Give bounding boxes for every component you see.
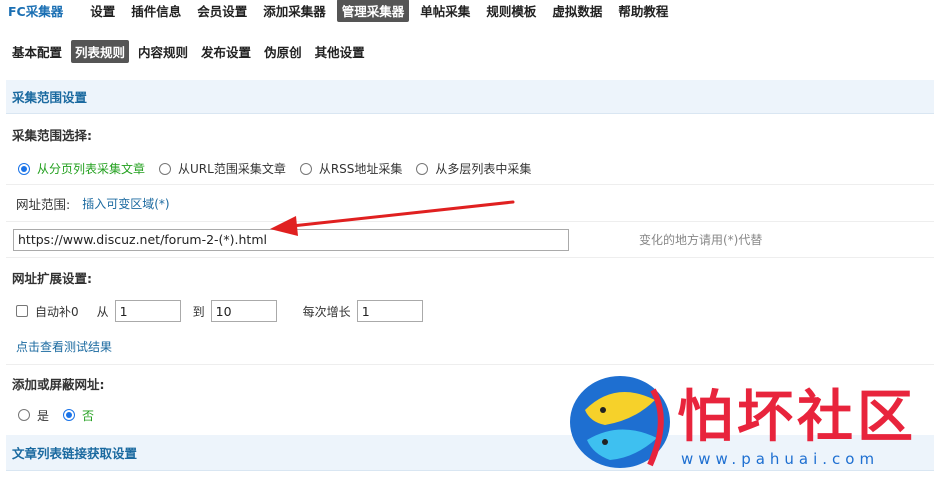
watermark-url: www.pahuai.com [681,450,880,468]
watermark-title: 怕坏社区 [677,384,917,450]
watermark: 怕坏社区 www.pahuai.com [565,370,925,478]
